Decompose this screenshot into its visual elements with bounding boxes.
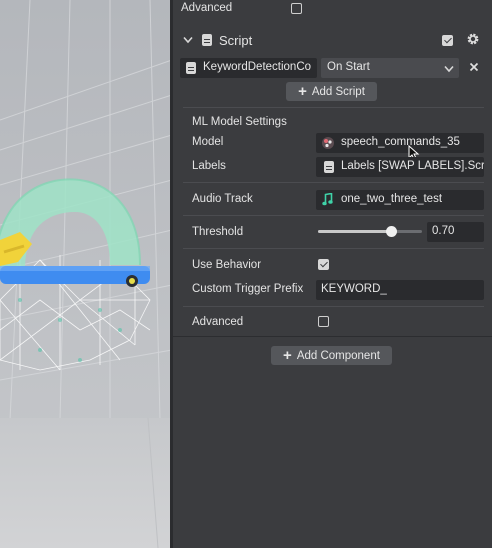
threshold-input[interactable]: 0.70 — [427, 222, 484, 242]
script-component-icon — [202, 34, 212, 46]
chevron-down-icon — [444, 64, 454, 76]
script-component-title: Script — [219, 33, 253, 48]
threshold-slider[interactable] — [318, 224, 422, 240]
script-asset-field[interactable]: KeywordDetectionCo — [180, 58, 317, 78]
music-note-icon — [322, 192, 333, 209]
scene-viewport[interactable] — [0, 0, 172, 548]
labels-value: Labels [SWAP LABELS].Scr — [341, 160, 484, 172]
script-asset-value: KeywordDetectionCo — [203, 61, 312, 73]
plus-icon: + — [298, 83, 307, 100]
script-asset-icon — [186, 62, 196, 74]
add-script-button[interactable]: + Add Script — [286, 82, 377, 101]
gear-icon[interactable] — [466, 32, 480, 46]
audio-track-field[interactable]: one_two_three_test — [316, 190, 484, 210]
add-script-label: Add Script — [311, 86, 365, 98]
divider — [183, 306, 484, 307]
threshold-value: 0.70 — [432, 225, 455, 237]
model-label: Model — [192, 136, 224, 148]
divider — [183, 248, 484, 249]
top-advanced-label: Advanced — [181, 2, 233, 14]
component-block-end — [173, 336, 492, 337]
labels-label: Labels — [192, 160, 226, 172]
inspector-panel: Advanced Script KeywordDetectionCo On St… — [173, 0, 492, 548]
labels-field[interactable]: Labels [SWAP LABELS].Scr — [316, 157, 484, 177]
advanced-label: Advanced — [192, 316, 244, 328]
use-behavior-label: Use Behavior — [192, 259, 262, 271]
collapse-chevron-icon[interactable] — [183, 35, 193, 45]
remove-script-close-icon[interactable] — [469, 62, 479, 75]
labels-script-icon — [324, 161, 334, 173]
plus-icon: + — [283, 347, 292, 364]
custom-trigger-prefix-input[interactable]: KEYWORD_ — [316, 280, 484, 300]
add-component-button[interactable]: + Add Component — [271, 346, 392, 365]
custom-trigger-prefix-value: KEYWORD_ — [321, 283, 387, 295]
ml-settings-heading: ML Model Settings — [192, 116, 287, 128]
script-enabled-checkbox[interactable] — [442, 35, 453, 46]
audio-track-label: Audio Track — [192, 193, 253, 205]
scene-render — [0, 0, 172, 548]
threshold-slider-fill — [318, 230, 391, 233]
threshold-slider-handle[interactable] — [385, 226, 397, 237]
threshold-label: Threshold — [192, 226, 244, 238]
divider — [183, 215, 484, 216]
add-component-label: Add Component — [296, 350, 380, 362]
model-value: speech_commands_35 — [341, 136, 460, 148]
custom-trigger-prefix-label: Custom Trigger Prefix — [192, 283, 304, 295]
divider — [183, 182, 484, 183]
ml-model-icon — [321, 136, 335, 153]
top-advanced-checkbox[interactable] — [291, 3, 302, 14]
use-behavior-checkbox[interactable] — [318, 259, 329, 270]
model-field[interactable]: speech_commands_35 — [316, 133, 484, 153]
advanced-checkbox[interactable] — [318, 316, 329, 327]
trigger-select-value: On Start — [327, 61, 370, 73]
trigger-select[interactable]: On Start — [321, 58, 459, 78]
divider — [183, 107, 484, 108]
audio-track-value: one_two_three_test — [341, 193, 443, 205]
